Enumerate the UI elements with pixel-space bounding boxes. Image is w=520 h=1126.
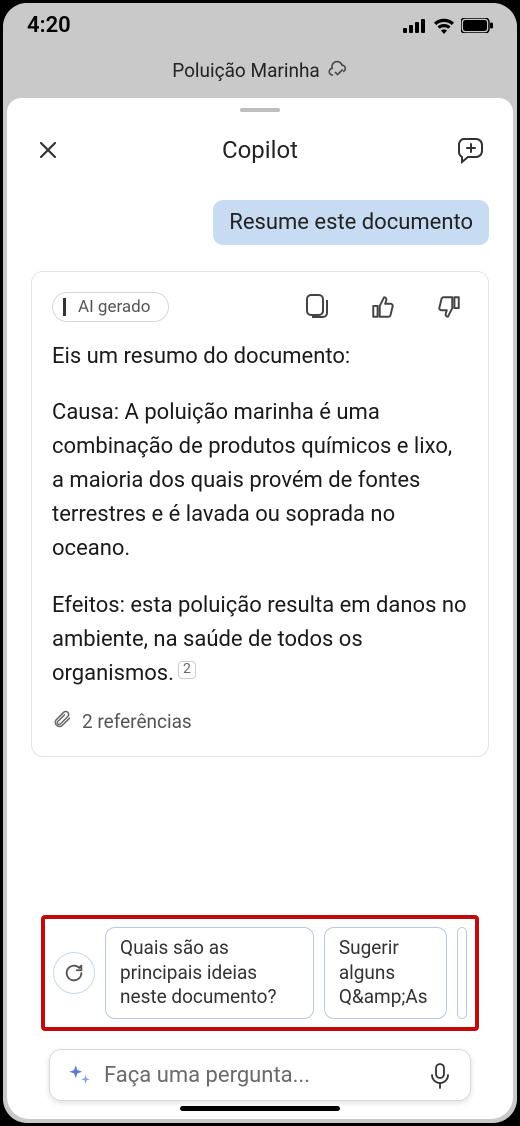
ai-card-header: AI gerado [52, 292, 468, 322]
cloud-sync-icon [328, 60, 348, 80]
ai-generated-chip[interactable]: AI gerado [52, 292, 169, 322]
copy-button[interactable] [304, 294, 330, 320]
sheet-header: Copilot [7, 112, 513, 184]
ai-intro-line: Eis um resumo do documento: [52, 340, 468, 374]
sparkle-icon [66, 1062, 92, 1088]
ai-chip-label: AI gerado [78, 297, 150, 317]
card-actions [304, 294, 468, 320]
attachment-icon [52, 709, 72, 734]
chat-body: Resume este documento AI gerado [7, 184, 513, 1119]
copilot-sheet: Copilot Resume este documento AI gerado [7, 98, 513, 1119]
status-bar: 4:20 [3, 3, 517, 48]
thumbs-down-button[interactable] [436, 294, 462, 320]
sheet-title: Copilot [222, 136, 298, 164]
suggestion-3-partial[interactable] [457, 927, 467, 1019]
new-chat-button[interactable] [455, 134, 487, 166]
ai-response-card: AI gerado Eis u [31, 271, 489, 757]
clock: 4:20 [27, 13, 71, 38]
phone-frame: 4:20 Poluição Marinha Copilot [3, 3, 517, 1123]
document-title: Poluição Marinha [172, 59, 320, 82]
refresh-suggestions-button[interactable] [53, 952, 95, 994]
ai-paragraph-2: Efeitos: esta poluição resulta em danos … [52, 589, 468, 691]
references-row[interactable]: 2 referências [52, 709, 468, 734]
reference-badge[interactable]: 2 [178, 661, 196, 679]
wifi-icon [433, 18, 455, 34]
battery-icon [461, 18, 493, 33]
suggestion-1[interactable]: Quais são as principais ideias neste doc… [105, 927, 314, 1019]
status-icons [403, 18, 493, 34]
ai-response-text: Eis um resumo do documento: Causa: A pol… [52, 340, 468, 691]
suggestion-2[interactable]: Sugerir alguns Q&amp;As [324, 927, 447, 1019]
suggestions-highlight: Quais são as principais ideias neste doc… [41, 915, 479, 1031]
prompt-input[interactable]: Faça uma pergunta... [49, 1049, 471, 1101]
ai-p2-text: Efeitos: esta poluição resulta em danos … [52, 593, 467, 686]
ai-paragraph-1: Causa: A poluição marinha é uma combinaç… [52, 396, 468, 566]
home-indicator[interactable] [180, 1106, 340, 1111]
app-header: Poluição Marinha [3, 48, 517, 92]
chip-indicator-icon [63, 298, 66, 316]
references-label: 2 referências [82, 710, 192, 733]
cellular-icon [403, 19, 427, 33]
thumbs-up-button[interactable] [370, 294, 396, 320]
user-message: Resume este documento [213, 200, 489, 245]
suggestions-area: Quais são as principais ideias neste doc… [31, 915, 489, 1043]
prompt-placeholder: Faça uma pergunta... [104, 1063, 418, 1088]
microphone-button[interactable] [430, 1063, 454, 1087]
close-button[interactable] [33, 135, 63, 165]
